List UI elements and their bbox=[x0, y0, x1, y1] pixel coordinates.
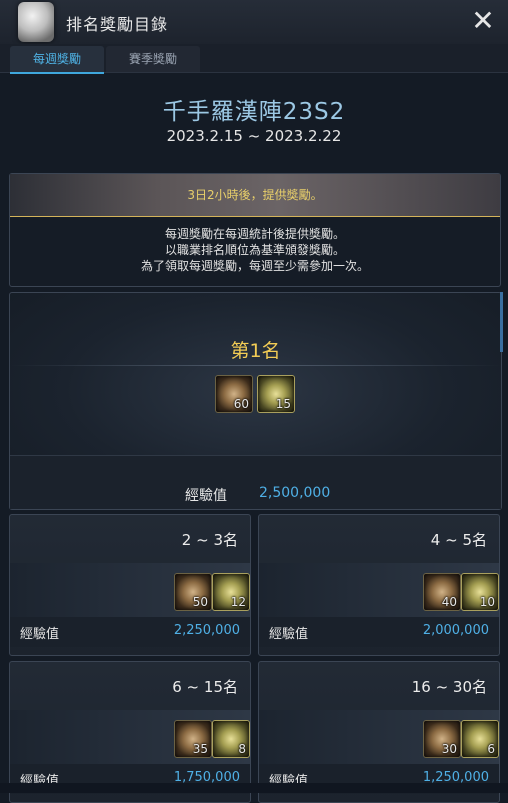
item-count: 6 bbox=[487, 742, 495, 756]
ranking-scroll-icon bbox=[18, 2, 54, 42]
rank-label: 第1名 bbox=[230, 340, 281, 362]
reward-panel-rank-1: 第1名 60 15 經驗值 2,500,000 bbox=[9, 292, 502, 510]
reward-card-rank-16-30: 16 ~ 30名 30 6 經驗值 1,250,000 bbox=[258, 661, 500, 803]
gold-coin-icon[interactable]: 8 bbox=[212, 720, 250, 758]
reward-card-rank-2-3: 2 ~ 3名 50 12 經驗值 2,250,000 bbox=[9, 514, 251, 656]
rank-label: 4 ~ 5名 bbox=[430, 531, 487, 549]
bronze-coin-icon[interactable]: 30 bbox=[423, 720, 461, 758]
exp-label: 經驗值 bbox=[20, 627, 60, 642]
gold-coin-icon[interactable]: 12 bbox=[212, 573, 250, 611]
window-title: 排名獎勵目錄 bbox=[66, 15, 169, 34]
exp-row: 經驗值 2,250,000 bbox=[10, 617, 250, 647]
notice-line: 以職業排名順位為基準頒發獎勵。 bbox=[164, 243, 345, 257]
tab-bar: 每週獎勵 賽季獎勵 bbox=[0, 44, 508, 74]
item-count: 30 bbox=[441, 742, 457, 756]
notice-line: 每週獎勵在每週統計後提供獎勵。 bbox=[164, 227, 345, 241]
notice-box: 3日2小時後，提供獎勵。 每週獎勵在每週統計後提供獎勵。 以職業排名順位為基準頒… bbox=[9, 173, 501, 287]
item-count: 10 bbox=[479, 595, 495, 609]
bronze-coin-icon[interactable]: 60 bbox=[215, 375, 253, 413]
title-bar: 排名獎勵目錄 ✕ bbox=[0, 0, 508, 44]
exp-value: 2,250,000 bbox=[173, 623, 240, 638]
item-count: 40 bbox=[441, 595, 457, 609]
exp-row: 經驗值 2,500,000 bbox=[10, 455, 501, 509]
exp-label: 經驗值 bbox=[269, 627, 309, 642]
divider bbox=[10, 365, 501, 366]
rank-label: 2 ~ 3名 bbox=[181, 531, 238, 549]
gold-coin-icon[interactable]: 6 bbox=[461, 720, 499, 758]
scrollbar-thumb[interactable] bbox=[500, 292, 503, 352]
item-count: 60 bbox=[233, 397, 249, 411]
item-count: 12 bbox=[230, 595, 246, 609]
season-dates: 2023.2.15 ~ 2023.2.22 bbox=[166, 127, 342, 145]
bottom-edge bbox=[0, 783, 508, 793]
item-count: 15 bbox=[275, 397, 291, 411]
item-count: 50 bbox=[192, 595, 208, 609]
reward-card-rank-6-15: 6 ~ 15名 35 8 經驗值 1,750,000 bbox=[9, 661, 251, 803]
item-count: 35 bbox=[192, 742, 208, 756]
season-title: 千手羅漢陣23S2 bbox=[162, 99, 346, 125]
close-icon[interactable]: ✕ bbox=[470, 7, 496, 35]
gold-coin-icon[interactable]: 15 bbox=[257, 375, 295, 413]
reward-countdown: 3日2小時後，提供獎勵。 bbox=[187, 188, 323, 202]
rank-label: 16 ~ 30名 bbox=[411, 678, 487, 696]
tab-season-rewards[interactable]: 賽季獎勵 bbox=[106, 46, 200, 72]
exp-value: 2,500,000 bbox=[259, 485, 331, 501]
tab-weekly-rewards[interactable]: 每週獎勵 bbox=[10, 46, 104, 74]
rank-label: 6 ~ 15名 bbox=[172, 678, 238, 696]
exp-row: 經驗值 2,000,000 bbox=[259, 617, 499, 647]
bronze-coin-icon[interactable]: 35 bbox=[174, 720, 212, 758]
exp-label: 經驗值 bbox=[185, 488, 227, 504]
gold-coin-icon[interactable]: 10 bbox=[461, 573, 499, 611]
item-count: 8 bbox=[238, 742, 246, 756]
notice-line: 為了領取每週獎勵，每週至少需參加一次。 bbox=[140, 259, 369, 273]
reward-card-rank-4-5: 4 ~ 5名 40 10 經驗值 2,000,000 bbox=[258, 514, 500, 656]
exp-value: 2,000,000 bbox=[422, 623, 489, 638]
bronze-coin-icon[interactable]: 50 bbox=[174, 573, 212, 611]
bronze-coin-icon[interactable]: 40 bbox=[423, 573, 461, 611]
notice-description: 每週獎勵在每週統計後提供獎勵。 以職業排名順位為基準頒發獎勵。 為了領取每週獎勵… bbox=[10, 226, 500, 274]
